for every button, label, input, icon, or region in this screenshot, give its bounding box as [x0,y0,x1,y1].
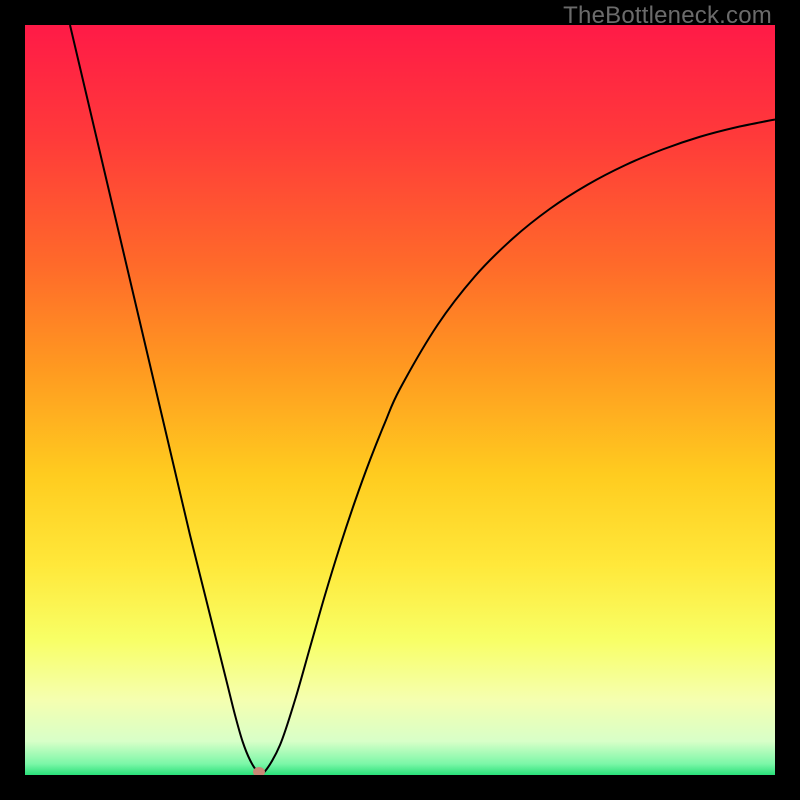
gradient-background [25,25,775,775]
bottleneck-chart [25,25,775,775]
plot-svg [25,25,775,775]
